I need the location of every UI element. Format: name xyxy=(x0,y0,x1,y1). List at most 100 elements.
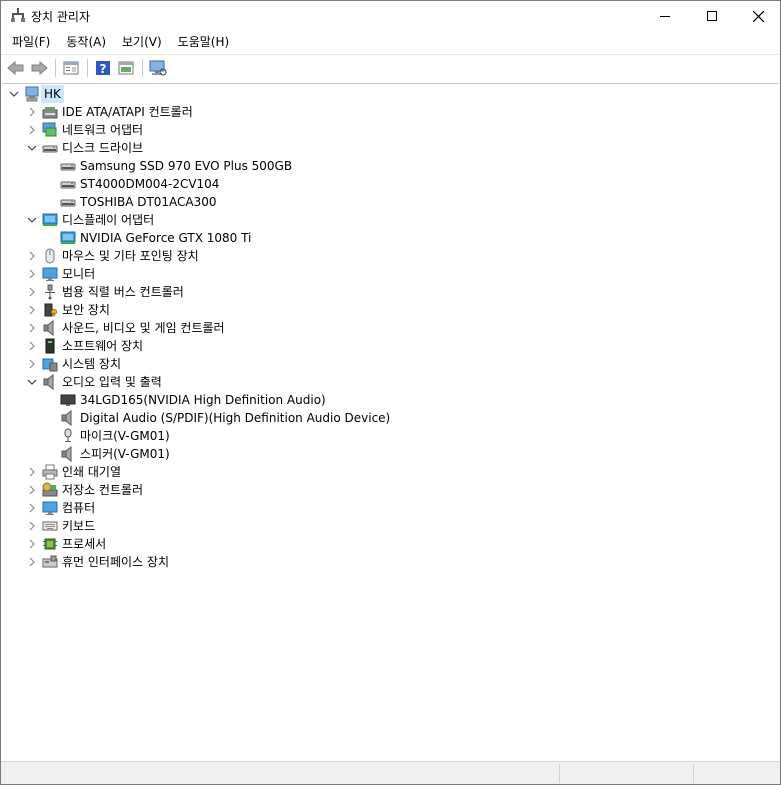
display-adapter-icon xyxy=(60,231,76,244)
tree-node[interactable]: 컴퓨터 xyxy=(2,499,779,517)
tree-node[interactable]: 휴먼 인터페이스 장치 xyxy=(2,553,779,571)
chevron-right-icon[interactable] xyxy=(26,355,38,373)
tree-node[interactable]: 인쇄 대기열 xyxy=(2,463,779,481)
tree-node-label: 소프트웨어 장치 xyxy=(62,339,144,353)
properties-icon xyxy=(63,61,79,74)
chevron-right-icon[interactable] xyxy=(26,247,38,265)
ide-controller-icon xyxy=(42,107,58,119)
tree-node[interactable]: IDE ATA/ATAPI 컨트롤러 xyxy=(2,103,779,121)
microphone-icon xyxy=(64,428,72,442)
chevron-right-icon[interactable] xyxy=(26,481,38,499)
tree-node[interactable]: 디스크 드라이브 xyxy=(2,139,779,157)
tree-node-label: 보안 장치 xyxy=(62,303,110,317)
disk-drive-icon xyxy=(60,181,76,189)
toolbar-separator xyxy=(87,58,88,77)
chevron-right-icon[interactable] xyxy=(26,535,38,553)
keyboard-icon xyxy=(42,521,58,531)
properties-button[interactable] xyxy=(60,57,82,79)
tree-node[interactable]: 시스템 장치 xyxy=(2,355,779,373)
tree-node-label: Digital Audio (S/PDIF)(High Definition A… xyxy=(80,411,391,425)
chevron-right-icon[interactable] xyxy=(26,319,38,337)
tree-node[interactable]: 보안 장치 xyxy=(2,301,779,319)
menu-action[interactable]: 동작(A) xyxy=(58,31,114,53)
tree-node[interactable]: Samsung SSD 970 EVO Plus 500GB xyxy=(2,157,779,175)
toolbar: ? xyxy=(1,54,780,80)
tree-node[interactable]: 스피커(V-GM01) xyxy=(2,445,779,463)
menu-bar: 파일(F) 동작(A) 보기(V) 도움말(H) xyxy=(1,31,780,53)
tree-node[interactable]: ST4000DM004-2CV104 xyxy=(2,175,779,193)
chevron-right-icon[interactable] xyxy=(26,553,38,571)
tree-node[interactable]: 소프트웨어 장치 xyxy=(2,337,779,355)
back-button[interactable] xyxy=(5,57,27,79)
device-manager-icon xyxy=(11,8,25,22)
tree-node[interactable]: 마이크(V-GM01) xyxy=(2,427,779,445)
tree-node[interactable]: 34LGD165(NVIDIA High Definition Audio) xyxy=(2,391,779,409)
tree-node[interactable]: 범용 직렬 버스 컨트롤러 xyxy=(2,283,779,301)
network-adapter-icon xyxy=(42,122,57,137)
status-segment xyxy=(693,764,780,783)
tree-node[interactable]: 키보드 xyxy=(2,517,779,535)
device-tree[interactable]: HK IDE ATA/ATAPI 컨트롤러네트워크 어댑터디스크 드라이브 Sams… xyxy=(2,83,779,759)
forward-button[interactable] xyxy=(28,57,50,79)
minimize-button[interactable] xyxy=(642,1,688,31)
chevron-right-icon[interactable] xyxy=(26,463,38,481)
menu-help[interactable]: 도움말(H) xyxy=(170,31,238,53)
menu-view[interactable]: 보기(V) xyxy=(114,31,170,53)
chevron-right-icon[interactable] xyxy=(26,103,38,121)
close-button[interactable] xyxy=(735,1,781,31)
tree-node-label: 사운드, 비디오 및 게임 컨트롤러 xyxy=(62,321,225,335)
tree-node[interactable]: 네트워크 어댑터 xyxy=(2,121,779,139)
usb-icon xyxy=(45,284,55,300)
disk-drive-icon xyxy=(60,199,76,207)
security-device-icon xyxy=(44,303,57,317)
tree-node[interactable]: 저장소 컨트롤러 xyxy=(2,481,779,499)
speaker-icon xyxy=(61,410,72,426)
tree-node[interactable]: 디스플레이 어댑터 xyxy=(2,211,779,229)
window-title: 장치 관리자 xyxy=(31,10,91,24)
menu-file[interactable]: 파일(F) xyxy=(4,31,58,53)
toolbar-separator xyxy=(142,58,143,77)
tree-node[interactable]: HK xyxy=(2,85,779,103)
close-icon xyxy=(752,10,764,22)
tree-node-label: Samsung SSD 970 EVO Plus 500GB xyxy=(80,159,293,173)
maximize-button[interactable] xyxy=(689,1,735,31)
tree-node-label: 네트워크 어댑터 xyxy=(62,123,144,137)
chevron-right-icon[interactable] xyxy=(26,283,38,301)
chevron-down-icon[interactable] xyxy=(26,373,38,391)
tree-node[interactable]: 모니터 xyxy=(2,265,779,283)
computer-icon xyxy=(25,86,39,102)
scan-hardware-button[interactable] xyxy=(147,57,169,79)
title-bar[interactable]: 장치 관리자 xyxy=(1,1,780,31)
scan-hardware-icon xyxy=(149,60,167,76)
mouse-icon xyxy=(45,248,55,264)
tree-node[interactable]: Digital Audio (S/PDIF)(High Definition A… xyxy=(2,409,779,427)
help-button[interactable]: ? xyxy=(92,57,114,79)
tree-node-label: 디스크 드라이브 xyxy=(62,141,144,155)
chevron-down-icon[interactable] xyxy=(26,139,38,157)
show-hidden-icon xyxy=(118,61,134,74)
chevron-down-icon[interactable] xyxy=(8,85,20,103)
chevron-right-icon[interactable] xyxy=(26,265,38,283)
show-hidden-button[interactable] xyxy=(115,57,137,79)
monitor-icon xyxy=(42,501,58,515)
tree-node[interactable]: TOSHIBA DT01ACA300 xyxy=(2,193,779,211)
tree-node[interactable]: 사운드, 비디오 및 게임 컨트롤러 xyxy=(2,319,779,337)
tree-node-label: 마우스 및 기타 포인팅 장치 xyxy=(62,249,199,263)
chevron-down-icon[interactable] xyxy=(26,211,38,229)
chevron-right-icon[interactable] xyxy=(26,301,38,319)
tree-node-label: HK xyxy=(41,85,64,103)
tree-node[interactable]: 오디오 입력 및 출력 xyxy=(2,373,779,391)
tree-node[interactable]: 프로세서 xyxy=(2,535,779,553)
chevron-right-icon[interactable] xyxy=(26,499,38,517)
disk-drive-icon xyxy=(60,163,76,171)
chevron-right-icon[interactable] xyxy=(26,517,38,535)
tree-node[interactable]: NVIDIA GeForce GTX 1080 Ti xyxy=(2,229,779,247)
chevron-right-icon[interactable] xyxy=(26,337,38,355)
printer-icon xyxy=(42,464,58,480)
chevron-right-icon[interactable] xyxy=(26,121,38,139)
tree-node[interactable]: 마우스 및 기타 포인팅 장치 xyxy=(2,247,779,265)
processor-icon xyxy=(43,538,57,550)
tree-node-label: 34LGD165(NVIDIA High Definition Audio) xyxy=(80,393,326,407)
tree-node-label: NVIDIA GeForce GTX 1080 Ti xyxy=(80,231,252,245)
tree-node-label: 프로세서 xyxy=(62,537,107,551)
